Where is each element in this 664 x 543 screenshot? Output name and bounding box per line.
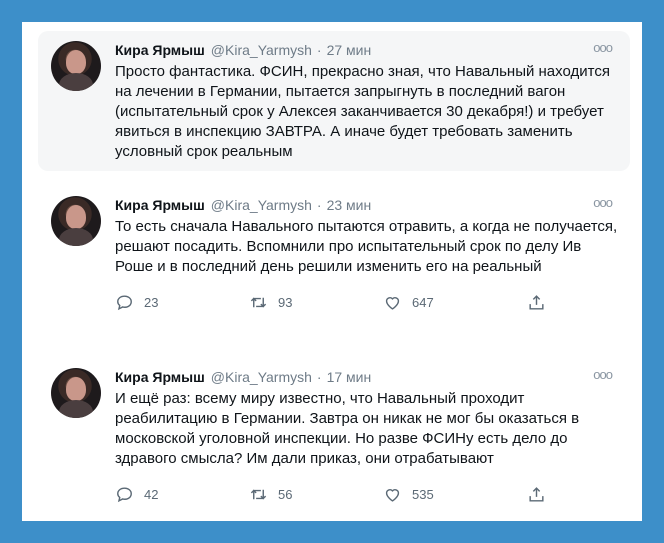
avatar[interactable] [51,368,101,418]
separator: · [316,369,322,385]
tweet-body: Кира Ярмыш @Kira_Yarmysh · 23 мин ooo То… [115,196,618,312]
tweet-body: Кира Ярмыш @Kira_Yarmysh · 17 мин ooo И … [115,368,618,504]
author-handle[interactable]: @Kira_Yarmysh [211,196,312,214]
tweet-text: То есть сначала Навального пытаются отра… [115,218,618,275]
share-button[interactable] [527,293,556,312]
retweet-icon [250,489,267,500]
tweet-body: Кира Ярмыш @Kira_Yarmysh · 27 мин ooo Пр… [115,41,618,171]
tweet[interactable]: Кира Ярмыш @Kira_Yarmysh · 17 мин ooo И … [38,368,630,504]
avatar[interactable] [51,41,101,91]
like-button[interactable]: 647 [383,293,517,312]
author-handle[interactable]: @Kira_Yarmysh [211,41,312,59]
tweet-header: Кира Ярмыш @Kira_Yarmysh · 17 мин [115,368,618,386]
like-button[interactable]: 535 [383,485,517,504]
share-icon [529,487,544,502]
heart-icon [385,489,400,502]
timestamp[interactable]: 27 мин [327,41,372,59]
reply-button[interactable]: 42 [115,485,249,504]
tweet[interactable]: Кира Ярмыш @Kira_Yarmysh · 23 мин ooo То… [38,196,630,312]
like-count: 535 [412,487,434,502]
reply-button[interactable]: 23 [115,293,249,312]
separator: · [316,42,322,58]
share-icon [529,295,544,310]
retweet-icon [250,297,267,308]
tweet-text: И ещё раз: всему миру известно, что Нава… [115,390,580,467]
reply-icon [117,295,132,311]
tweet-text: Просто фантастика. ФСИН, прекрасно зная,… [115,63,610,160]
screenshot-frame: Кира Ярмыш @Kira_Yarmysh · 27 мин ooo Пр… [22,22,642,521]
more-horizontal-icon[interactable]: ooo [593,41,613,55]
author-name[interactable]: Кира Ярмыш [115,196,205,214]
timestamp[interactable]: 17 мин [327,368,372,386]
reply-count: 42 [144,487,159,502]
separator: · [316,197,322,213]
tweet[interactable]: Кира Ярмыш @Kira_Yarmysh · 27 мин ooo Пр… [38,31,630,171]
reply-icon [117,487,132,503]
more-horizontal-icon[interactable]: ooo [593,368,613,382]
more-horizontal-icon[interactable]: ooo [593,196,613,210]
heart-icon [385,297,400,310]
tweet-header: Кира Ярмыш @Kira_Yarmysh · 23 мин [115,196,618,214]
share-button[interactable] [527,485,556,504]
author-name[interactable]: Кира Ярмыш [115,368,205,386]
like-count: 647 [412,295,434,310]
timestamp[interactable]: 23 мин [327,196,372,214]
tweet-actions: 42 56 535 [115,485,618,504]
tweet-header: Кира Ярмыш @Kira_Yarmysh · 27 мин [115,41,618,59]
avatar[interactable] [51,196,101,246]
author-handle[interactable]: @Kira_Yarmysh [211,368,312,386]
retweet-button[interactable]: 56 [249,485,383,504]
reply-count: 23 [144,295,159,310]
retweet-count: 56 [278,487,293,502]
tweet-actions: 23 93 647 [115,293,618,312]
author-name[interactable]: Кира Ярмыш [115,41,205,59]
retweet-button[interactable]: 93 [249,293,383,312]
retweet-count: 93 [278,295,293,310]
